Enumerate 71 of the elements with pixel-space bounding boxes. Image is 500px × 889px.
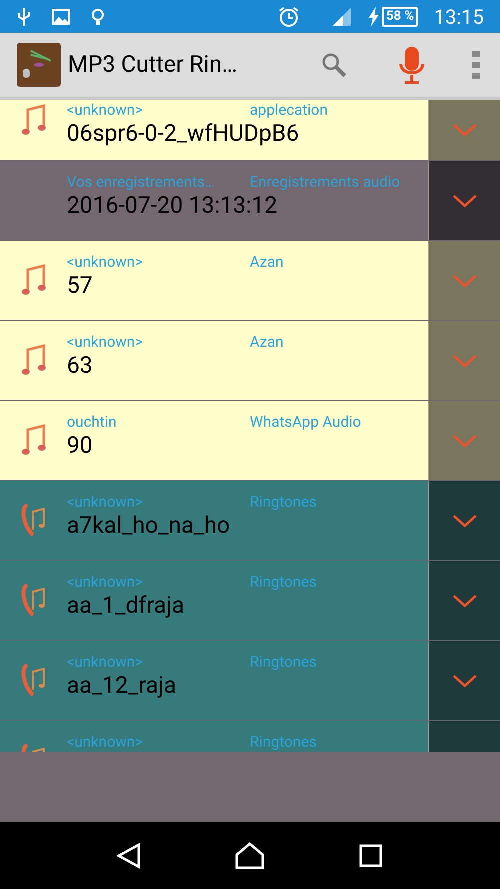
- album-label: Azan: [250, 253, 284, 271]
- song-title: 06spr6-0-2_wfHUDpB6: [67, 119, 300, 149]
- artist-label: <unknown>: [67, 573, 144, 591]
- song-row[interactable]: Vos enregistrements… Enregistrements audio 2016-07-20 13:13:12: [0, 161, 500, 241]
- album-label: Ringtones: [250, 493, 317, 511]
- album-label: applecation: [250, 101, 328, 119]
- album-label: WhatsApp Audio: [250, 413, 362, 431]
- chevron-down-icon: [452, 354, 478, 368]
- expand-button[interactable]: [428, 161, 500, 240]
- artist-label: <unknown>: [67, 733, 144, 751]
- album-label: Azan: [250, 333, 284, 351]
- song-title: aa_12_raja: [67, 671, 178, 701]
- song-title: 2016-07-20 13:13:12: [67, 191, 279, 221]
- chevron-down-icon: [452, 674, 478, 688]
- song-row[interactable]: <unknown> Ringtones a7kal_ho_na_ho: [0, 481, 500, 561]
- more-icon: [472, 51, 480, 79]
- battery-indicator: 58 %: [382, 6, 418, 26]
- song-row[interactable]: <unknown> Azan 63: [0, 321, 500, 401]
- app-logo-icon: [17, 43, 61, 87]
- song-title: 90: [67, 431, 94, 461]
- song-title: a7kal_ho_na_ho: [67, 511, 232, 541]
- chevron-down-icon: [452, 274, 478, 288]
- expand-button[interactable]: [428, 561, 500, 640]
- chevron-down-icon: [452, 594, 478, 608]
- song-row[interactable]: <unknown> Ringtones aa_12_raja: [0, 641, 500, 721]
- back-button[interactable]: [117, 842, 141, 868]
- alarm-icon: [278, 6, 300, 28]
- search-icon: [321, 52, 347, 78]
- music-note-icon: [20, 264, 46, 298]
- usb-icon: [16, 6, 32, 26]
- music-note-icon: [20, 344, 46, 378]
- phone-note-icon: [20, 664, 46, 698]
- song-row[interactable]: <unknown> Ringtones aa_1_dfraja: [0, 561, 500, 641]
- album-label: Enregistrements audio: [250, 173, 400, 191]
- song-row[interactable]: ouchtin WhatsApp Audio 90: [0, 401, 500, 481]
- chevron-down-icon: [452, 194, 478, 208]
- song-row[interactable]: <unknown> Azan 57: [0, 241, 500, 321]
- artist-label: <unknown>: [67, 653, 144, 671]
- artist-label: <unknown>: [67, 333, 144, 351]
- expand-button[interactable]: [428, 481, 500, 560]
- music-note-icon: [20, 104, 46, 138]
- phone-note-icon: [20, 504, 46, 538]
- artist-label: <unknown>: [67, 253, 144, 271]
- album-label: Ringtones: [250, 573, 317, 591]
- signal-icon: [332, 6, 352, 26]
- microphone-icon: [399, 46, 425, 84]
- phone-note-icon: [20, 584, 46, 618]
- artist-label: <unknown>: [67, 493, 144, 511]
- home-button[interactable]: [235, 842, 265, 870]
- recents-button[interactable]: [359, 844, 383, 868]
- home-icon: [235, 842, 265, 870]
- image-icon: [52, 8, 70, 24]
- song-title: 63: [67, 351, 94, 381]
- song-title: aa_1_dfraja: [67, 591, 186, 621]
- artist-label: ouchtin: [67, 413, 118, 431]
- chevron-down-icon: [452, 123, 478, 137]
- recents-icon: [359, 844, 383, 868]
- app-title: MP3 Cutter Rin…: [68, 50, 238, 80]
- expand-button[interactable]: [428, 641, 500, 720]
- artist-label: <unknown>: [67, 101, 144, 119]
- music-note-icon: [20, 424, 46, 458]
- artist-label: Vos enregistrements…: [67, 173, 216, 191]
- clock: 13:15: [434, 4, 484, 30]
- album-label: Ringtones: [250, 733, 317, 751]
- album-label: Ringtones: [250, 653, 317, 671]
- song-row[interactable]: <unknown> applecation 06spr6-0-2_wfHUDpB6: [0, 100, 500, 161]
- chevron-down-icon: [452, 514, 478, 528]
- back-icon: [117, 842, 141, 868]
- song-title: 57: [67, 271, 94, 301]
- charging-icon: [368, 6, 380, 26]
- chevron-down-icon: [452, 434, 478, 448]
